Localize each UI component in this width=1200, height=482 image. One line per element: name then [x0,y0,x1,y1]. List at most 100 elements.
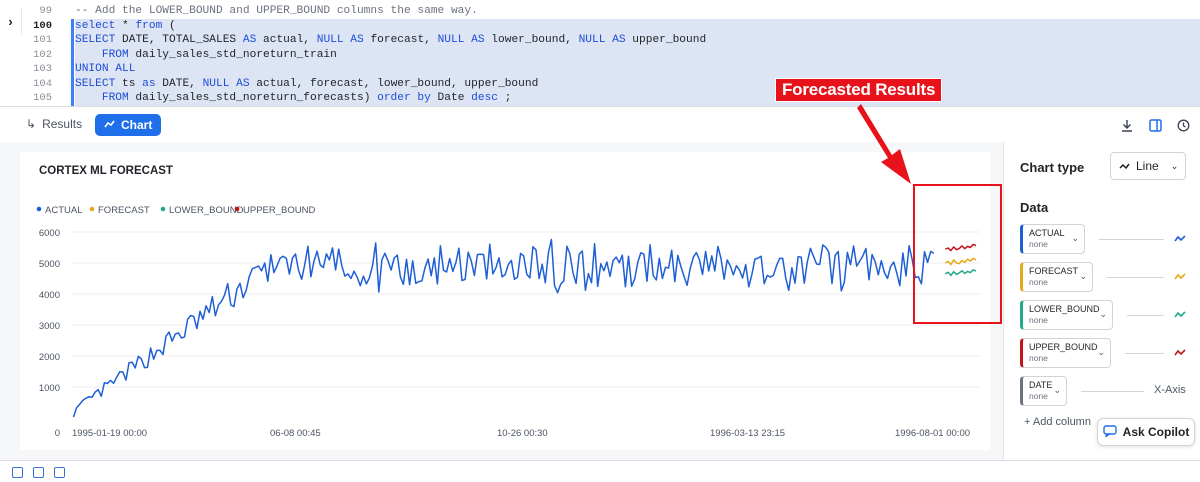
y-tick-label: 1000 [39,383,60,394]
code-token: select [75,19,116,32]
field-forecast[interactable]: FORECAST none ⌄ [1020,262,1093,292]
series-color-swatch-icon[interactable] [1174,311,1186,319]
code-text: FROM daily_sales_std_noreturn_forecasts)… [71,91,1200,106]
code-token: desc [471,92,498,104]
field-name: LOWER_BOUND [1029,304,1100,314]
code-token: daily_sales_std_noreturn_forecasts) [128,92,378,104]
field-name: UPPER_BOUND [1029,342,1098,352]
code-text: UNION ALL [71,62,1200,77]
series-color-swatch-icon[interactable] [1174,273,1186,281]
field-connector [1125,353,1164,354]
line-number: 101 [33,34,52,46]
code-line[interactable]: 105 FROM daily_sales_std_noreturn_foreca… [24,91,1200,106]
field-aggregation: none [1029,277,1048,287]
tab-results[interactable]: ↳ Results [26,117,82,131]
forecast-highlight-box [913,184,1002,324]
x-axis-role-label: X-Axis [1154,384,1186,396]
expand-chevron-icon[interactable]: › [0,8,22,34]
line-number: 105 [33,92,52,104]
annotation-label: Forecasted Results [775,78,943,102]
code-token: -- Add the LOWER_BOUND and UPPER_BOUND c… [75,5,478,17]
code-token: SELECT [75,34,116,46]
field-upper-bound[interactable]: UPPER_BOUND none ⌄ [1020,338,1111,368]
y-tick-label: 6000 [39,228,60,239]
code-line[interactable]: 101 SELECT DATE, TOTAL_SALES AS actual, N… [24,33,1200,48]
field-connector [1127,315,1164,316]
data-section-label: Data [1020,200,1049,215]
split-panel-icon[interactable] [1147,117,1163,133]
status-footer [0,460,1200,482]
left-panel-icon[interactable] [12,467,23,478]
code-line[interactable]: 99 -- Add the LOWER_BOUND and UPPER_BOUND… [24,4,1200,19]
y-tick-label: 0 [55,428,60,439]
add-column-button[interactable]: + Add column [1024,416,1091,428]
tab-chart-label: Chart [121,118,153,132]
code-token: forecast, [363,34,438,46]
field-actual[interactable]: ACTUAL none ⌄ [1020,224,1085,254]
code-token: NULL AS [202,77,250,90]
code-line[interactable]: 104 SELECT ts as DATE, NULL AS actual, fo… [24,76,1200,91]
code-text: FROM daily_sales_std_noreturn_train [71,47,1200,62]
field-connector [1099,239,1164,240]
code-text: select * from ( [71,18,1200,33]
code-token: UNION ALL [75,63,136,75]
code-token: FROM [75,92,129,104]
legend-label: UPPER_BOUND [243,205,315,216]
chart-settings-panel: Chart type Line ⌄ Data ACTUAL none ⌄ FORECA… [1003,142,1200,460]
bottom-panel-icon[interactable] [54,467,65,478]
code-line[interactable]: 100 select * from ( [24,18,1200,33]
code-token: NULL AS [316,34,364,46]
y-tick-label: 4000 [39,290,60,301]
legend-label: ACTUAL [45,205,82,216]
field-aggregation: none [1029,315,1048,325]
annotation-arrow-icon [857,104,911,184]
field-date[interactable]: DATE none ⌄ [1020,376,1067,406]
chevron-down-icon: ⌄ [1079,271,1087,281]
code-token: actual, [256,34,317,46]
chart-type-select[interactable]: Line ⌄ [1110,152,1186,180]
y-tick-label: 2000 [39,352,60,363]
download-icon[interactable] [1119,117,1135,133]
copilot-chat-icon [1102,424,1117,440]
code-token: * [115,19,136,32]
code-line[interactable]: 103 UNION ALL [24,62,1200,77]
legend-label: FORECAST [98,205,150,216]
line-chart-icon [1119,159,1130,173]
code-token: lower_bound, [484,34,579,46]
field-lower-bound[interactable]: LOWER_BOUND none ⌄ [1020,300,1113,330]
code-line[interactable]: 102 FROM daily_sales_std_noreturn_train [24,47,1200,62]
code-text: SELECT ts as DATE, NULL AS actual, forec… [71,76,1200,91]
code-token: FROM [75,48,129,61]
code-area[interactable]: 99 -- Add the LOWER_BOUND and UPPER_BOUND… [24,4,1200,106]
legend-marker [160,206,166,212]
ask-copilot-label: Ask Copilot [1122,425,1190,439]
field-connector [1107,277,1164,278]
y-tick-label: 3000 [39,321,60,332]
legend-marker [89,206,95,212]
code-token: NULL AS [578,34,626,46]
legend-marker [36,206,42,212]
clock-icon[interactable] [1175,117,1191,133]
line-number: 102 [33,48,52,61]
code-token: from [135,19,163,32]
x-tick-label: 06-08 00:45 [270,428,321,439]
code-token: DATE, [155,77,203,90]
top-panel-icon[interactable] [33,467,44,478]
field-name: FORECAST [1029,266,1079,276]
series-color-swatch-icon[interactable] [1174,235,1186,243]
code-token: DATE, TOTAL_SALES [115,34,243,46]
series-color-swatch-icon[interactable] [1174,349,1186,357]
code-token: order by [377,92,431,104]
chevron-down-icon: ⌄ [1071,233,1079,243]
ask-copilot-button[interactable]: Ask Copilot [1097,418,1195,446]
code-token: actual, forecast, lower_bound, upper_bou… [249,77,539,90]
code-token: ts [115,77,143,90]
code-token: AS [242,34,257,46]
line-number: 100 [33,19,52,32]
series-line-actual [72,238,935,418]
chevron-down-icon: ⌄ [1170,160,1179,171]
tab-chart[interactable]: Chart [95,114,162,136]
code-token: SELECT [75,77,116,90]
y-tick-label: 5000 [39,259,60,270]
sql-editor[interactable]: › 99 -- Add the LOWER_BOUND and UPPER_BOU… [0,0,1200,106]
